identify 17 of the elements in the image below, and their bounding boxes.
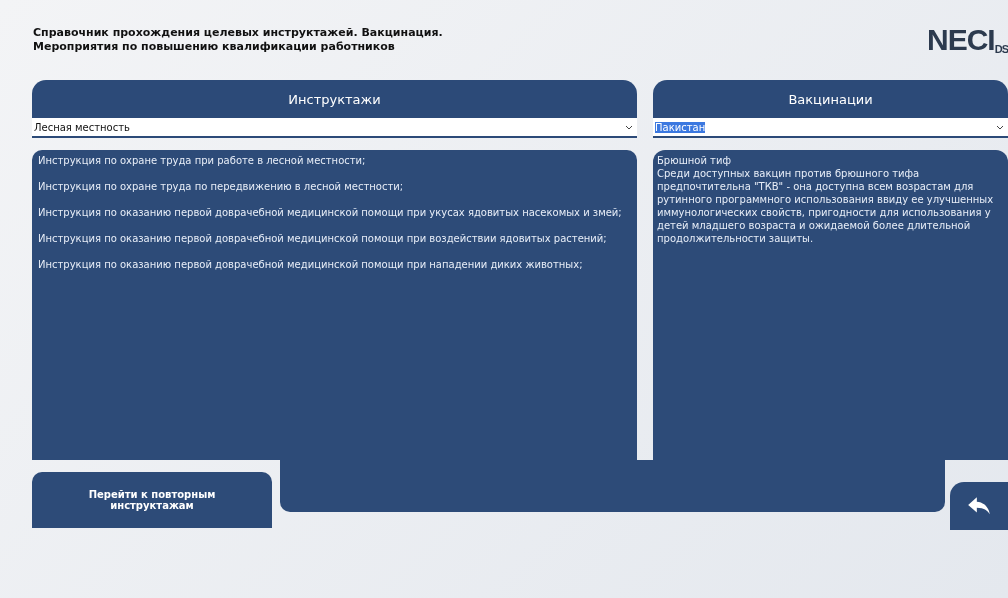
location-dropdown[interactable]: Лесная местность bbox=[32, 118, 637, 138]
instruction-item: Инструкция по охране труда при работе в лесной местности; bbox=[38, 154, 367, 167]
chevron-down-icon bbox=[625, 124, 633, 130]
instruction-item: Инструкция по охране труда по передвижению в лесной местности; bbox=[38, 180, 405, 193]
section-header: Инструктажи bbox=[32, 80, 637, 118]
back-button[interactable] bbox=[950, 482, 1008, 530]
section-header: Вакцинации bbox=[653, 80, 1008, 118]
logo: NECI$_{DS}$ bbox=[927, 23, 1008, 57]
page-title: Справочник прохождения целевых инструктажей. Вакцинация. Мероприятия по повышению квалификации работников bbox=[33, 26, 443, 54]
country-dropdown[interactable]: Пакистан bbox=[653, 118, 1008, 138]
chevron-down-icon bbox=[996, 124, 1004, 130]
repeat-instructions-button[interactable]: Перейти к повторным инструктажам bbox=[32, 472, 272, 528]
instruction-item: Инструкция по оказанию первой доврачебной медицинской помощи при укусах ядовитых насекомых и змей; bbox=[38, 206, 623, 219]
disease-heading: Брюшной тиф bbox=[657, 154, 732, 167]
instruction-item: Инструкция по оказанию первой доврачебной медицинской помощи при нападении диких животных; bbox=[38, 258, 584, 271]
vaccination-text: Среди доступных вакцин против брюшного тифа предпочтительна "ТКВ" - она доступна всем возрастам для рутинного программного использования ввиду ее улучшенных иммунологических свойств, пригодности для использования у детей младшего возраста и ожидаемой более длительной продолжительности защиты. bbox=[657, 167, 995, 245]
instruction-item: Инструкция по оказанию первой доврачебной медицинской помощи при воздействии ядовитых растений; bbox=[38, 232, 608, 245]
